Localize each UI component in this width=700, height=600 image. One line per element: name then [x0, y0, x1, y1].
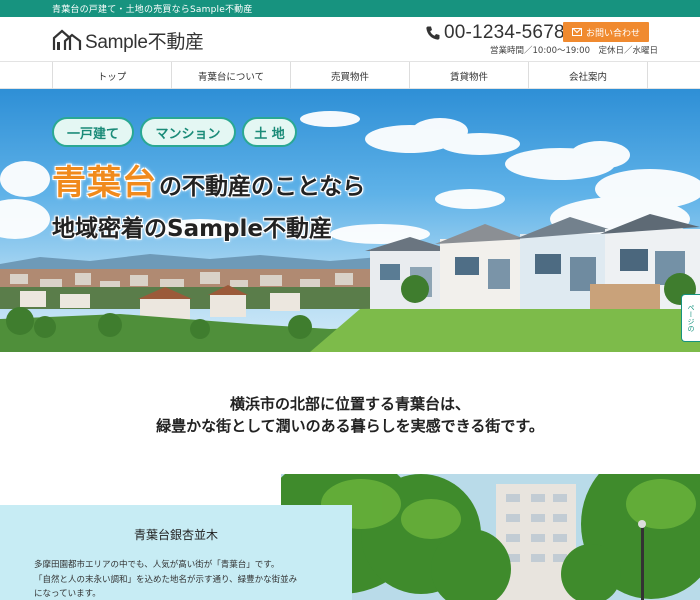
feature-line-1: 多摩田園都市エリアの中でも、人気が高い街が「青葉台」です。	[34, 560, 280, 570]
phone-number[interactable]: 00-1234-5678	[425, 22, 565, 44]
nav-item-about-aobadai[interactable]: 青葉台について	[172, 62, 291, 89]
hero-banner: 一戸建て マンション 土 地 青葉台 の不動産のことなら 地域密着のSample…	[0, 89, 700, 352]
nav-item-sale-properties[interactable]: 売買物件	[291, 62, 410, 89]
nav-item-top[interactable]: トップ	[53, 62, 172, 89]
business-hours: 営業時間／10:00～19:00 定休日／水曜日	[490, 46, 658, 56]
logo-text: Sample不動産	[85, 31, 204, 53]
house-logo-icon	[52, 29, 82, 50]
feature-title: 青葉台銀杏並木	[133, 528, 218, 542]
mail-icon	[571, 28, 582, 36]
feature-line-3: になっています。	[34, 589, 101, 599]
contact-button-label: お問い合わせ	[585, 28, 640, 39]
page-top-tab[interactable]: ページの	[681, 294, 700, 342]
pill-condominium[interactable]: マンション	[140, 117, 236, 147]
feature-line-2: 「自然と人の末永い調和」を込めた地名が示す通り、緑豊かな街並み	[34, 574, 298, 585]
intro-line-1: 横浜市の北部に位置する青葉台は、	[229, 395, 470, 413]
feature-description: 多摩田園都市エリアの中でも、人気が高い街が「青葉台」です。 「自然と人の末永い調…	[34, 558, 297, 600]
headline-highlight: 青葉台	[52, 163, 157, 203]
nav-item-rental-properties[interactable]: 賃貸物件	[410, 62, 529, 89]
nav-item-company[interactable]: 会社案内	[529, 62, 648, 89]
phone-icon	[426, 26, 440, 40]
top-announcement-bar: 青葉台の戸建て・土地の売買ならSample不動産	[0, 0, 700, 17]
site-logo[interactable]: Sample不動産	[52, 27, 204, 53]
property-type-pills: 一戸建て マンション 土 地	[52, 117, 303, 147]
headline-rest: の不動産のことなら	[159, 174, 366, 200]
pill-detached-house[interactable]: 一戸建て	[52, 117, 134, 147]
announcement-text: 青葉台の戸建て・土地の売買ならSample不動産	[52, 5, 253, 15]
global-nav: トップ 青葉台について 売買物件 賃貸物件 会社案内	[0, 61, 700, 89]
site-header: Sample不動産 00-1234-5678 営業時間／10:00～19:00 …	[0, 17, 700, 61]
pill-land[interactable]: 土 地	[242, 117, 297, 147]
hero-subheadline: 地域密着のSample不動産	[52, 216, 332, 242]
phone-number-text: 00-1234-5678	[444, 22, 565, 43]
intro-line-2: 緑豊かな街として潤いのある暮らしを実感できる街です。	[156, 417, 544, 435]
hero-headline: 青葉台 の不動産のことなら	[52, 155, 365, 204]
contact-button[interactable]: お問い合わせ	[563, 22, 649, 42]
feature-info-box: 青葉台銀杏並木 多摩田園都市エリアの中でも、人気が高い街が「青葉台」です。 「自…	[0, 505, 352, 600]
intro-text: 横浜市の北部に位置する青葉台は、 緑豊かな街として潤いのある暮らしを実感できる街…	[0, 393, 700, 437]
